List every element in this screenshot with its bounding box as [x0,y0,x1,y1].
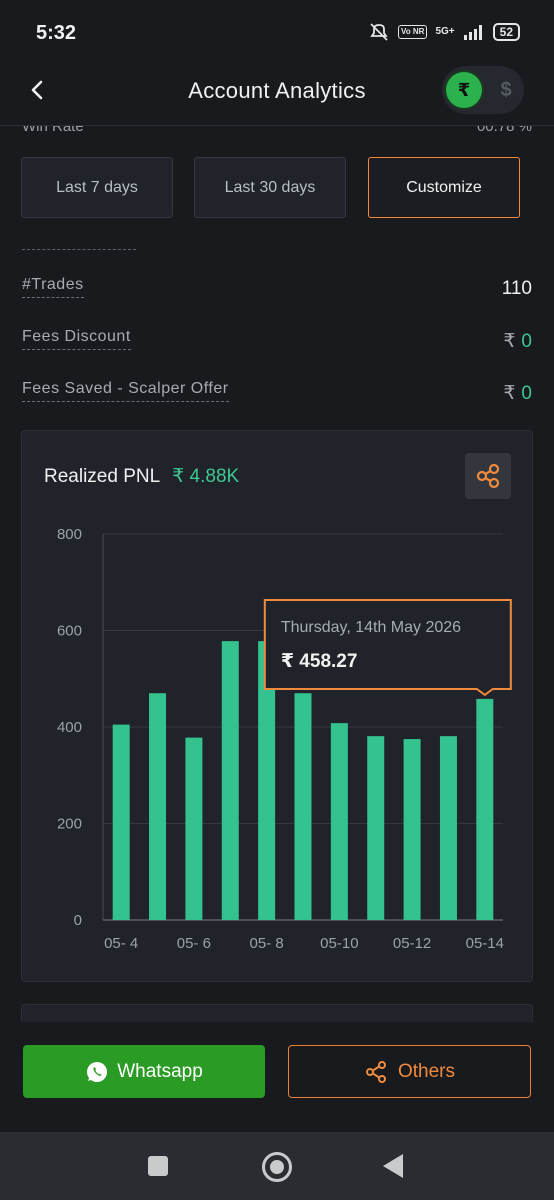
range-last-7-days-button[interactable]: Last 7 days [21,157,173,218]
network-label: 5G+ [435,26,455,37]
stat-value: ₹0 [503,330,532,353]
chart-tooltip [263,599,512,697]
back-icon[interactable] [383,1154,403,1178]
whatsapp-icon [87,1061,108,1082]
system-nav-bar [0,1132,554,1200]
y-tick-label: 800 [57,526,82,543]
y-tick-label: 0 [74,912,82,929]
volte-label: Vo NR [398,25,428,39]
range-last-30-days-button[interactable]: Last 30 days [194,157,346,218]
x-tick-label: 05-10 [320,935,358,952]
signal-icon [463,25,482,40]
stat-value: ₹0 [503,382,532,405]
share-action-bar: Whatsapp Others [0,1022,554,1132]
stat-row-trades: #Trades 110 [22,276,532,306]
stat-row-fees-saved: Fees Saved - Scalper Offer ₹0 [22,380,532,410]
status-bar: 5:32 Vo NR 5G+ 52 [0,0,554,66]
clipped-stat-value: 00.78 % [476,126,532,135]
realized-pnl-card: Realized PNL ₹ 4.88K 0 200 400 600 800 05- 4 05… [21,430,533,982]
bar-05-12 [403,739,421,920]
dollar-icon[interactable]: $ [488,72,524,108]
x-tick-label: 05-14 [466,935,504,952]
bar-05-4 [112,724,130,920]
mute-icon [370,23,388,41]
rupee-symbol: ₹ [503,383,516,404]
x-tick-label: 05- 8 [250,935,284,952]
bar-05-13 [439,736,457,920]
stat-number: 0 [521,331,532,352]
y-tick-label: 400 [57,719,82,736]
stat-label[interactable]: Fees Discount [22,328,131,350]
tooltip-value: ₹ 458.27 [281,651,358,672]
bar-05-9 [294,693,312,920]
status-time: 5:32 [36,22,77,44]
home-icon[interactable] [262,1152,292,1182]
x-tick-label: 05- 6 [177,935,211,952]
bar-05-14 [476,698,494,920]
stat-number: 0 [521,383,532,404]
share-icon [365,1060,386,1083]
x-tick-label: 05- 4 [104,935,138,952]
others-label: Others [397,1060,456,1082]
rupee-symbol: ₹ [503,331,516,352]
bar-05-5 [149,693,167,920]
range-customize-button[interactable]: Customize [368,157,520,218]
bar-05-10 [330,723,348,920]
currency-toggle[interactable]: ₹ $ [442,66,524,114]
bar-05-6 [185,737,203,920]
whatsapp-label: Whatsapp [117,1060,203,1082]
y-tick-label: 600 [57,623,82,640]
whatsapp-button[interactable]: Whatsapp [23,1045,265,1098]
bar-05-11 [367,736,385,920]
tooltip-date: Thursday, 14th May 2026 [281,619,461,636]
x-tick-label: 05-12 [393,935,431,952]
stat-value: 110 [501,278,532,299]
status-icons: Vo NR 5G+ 52 [368,22,520,42]
pnl-bar-chart[interactable]: 0 200 400 600 800 05- 4 05- 6 05- 8 05-10 05-12 05… [22,431,532,981]
battery-indicator: 52 [492,23,520,41]
bar-05-7 [221,641,239,920]
divider [22,249,136,250]
recents-icon[interactable] [148,1156,168,1176]
others-share-button[interactable]: Others [288,1045,531,1098]
clipped-stat-label: Win Rate [22,126,84,135]
stat-label[interactable]: Fees Saved - Scalper Offer [22,380,229,402]
app-header: Account Analytics ₹ $ [0,66,554,126]
stat-label[interactable]: #Trades [22,276,84,298]
clipped-stat-row: Win Rate 00.78 % [0,126,554,136]
y-tick-label: 200 [57,816,82,833]
stat-row-fees-discount: Fees Discount ₹0 [22,328,532,358]
rupee-icon[interactable]: ₹ [446,72,482,108]
